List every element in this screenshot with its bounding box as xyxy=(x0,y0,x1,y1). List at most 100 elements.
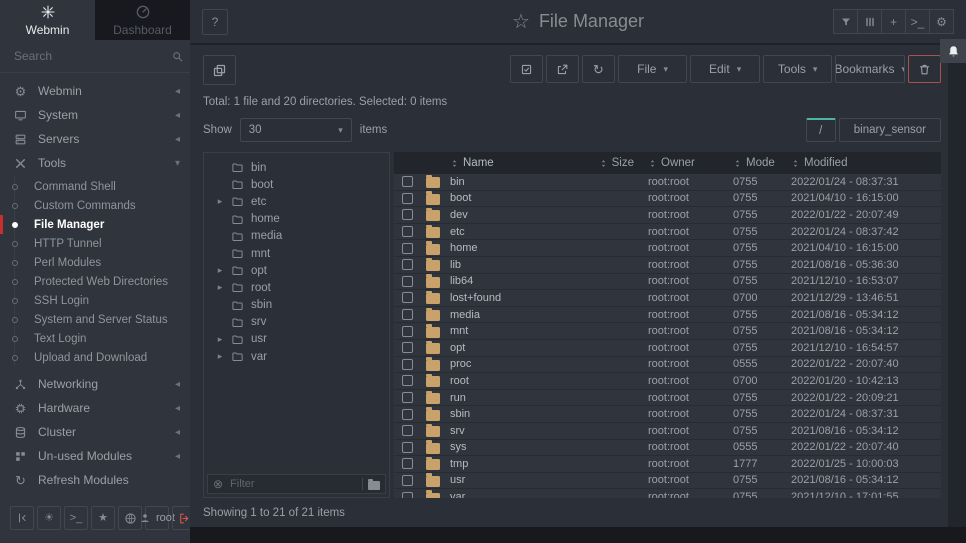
table-row[interactable]: sbinroot:root07552022/01/24 - 08:37:31 xyxy=(394,406,941,423)
sun-button[interactable]: ☀ xyxy=(37,506,61,530)
menu-bookmarks-button[interactable]: Bookmarks▾ xyxy=(835,55,905,83)
terminal-button[interactable]: >_ xyxy=(64,506,88,530)
row-checkbox[interactable] xyxy=(402,475,413,486)
table-row[interactable]: bootroot:root07552021/04/10 - 16:15:00 xyxy=(394,191,941,208)
sidebar-item-ssh-login[interactable]: SSH Login xyxy=(0,291,190,310)
columns-button[interactable] xyxy=(857,9,882,34)
terminal-button[interactable]: >_ xyxy=(905,9,930,34)
table-row[interactable]: optroot:root07552021/12/10 - 16:54:57 xyxy=(394,340,941,357)
sidebar-item-system[interactable]: System◂ xyxy=(0,103,190,127)
expand-arrow-icon[interactable]: ▸ xyxy=(216,282,224,293)
column-header-owner[interactable]: Owner xyxy=(648,157,733,169)
tree-item-var[interactable]: ▸var xyxy=(207,348,386,365)
row-checkbox[interactable] xyxy=(402,276,413,287)
row-checkbox[interactable] xyxy=(402,326,413,337)
tree-item-bin[interactable]: bin xyxy=(207,159,386,176)
tree-item-home[interactable]: home xyxy=(207,211,386,228)
table-row[interactable]: devroot:root07552022/01/22 - 20:07:49 xyxy=(394,207,941,224)
tab-dashboard[interactable]: Dashboard xyxy=(95,0,190,40)
table-row[interactable]: mediaroot:root07552021/08/16 - 05:34:12 xyxy=(394,307,941,324)
tab-webmin[interactable]: Webmin xyxy=(0,0,95,40)
notification-bell-button[interactable] xyxy=(940,39,966,63)
table-row[interactable]: varroot:root07552021/12/10 - 17:01:55 xyxy=(394,489,941,498)
copy-button[interactable] xyxy=(203,55,236,85)
row-checkbox[interactable] xyxy=(402,243,413,254)
table-row[interactable]: libroot:root07552021/08/16 - 05:36:30 xyxy=(394,257,941,274)
filter-folder-icon[interactable] xyxy=(368,481,380,490)
search-input[interactable] xyxy=(12,48,171,64)
table-row[interactable]: tmproot:root17772022/01/25 - 10:00:03 xyxy=(394,456,941,473)
sidebar-item-un-used-modules[interactable]: Un-used Modules◂ xyxy=(0,444,190,468)
breadcrumb-root-button[interactable]: / xyxy=(806,118,836,142)
sidebar-item-upload-and-download[interactable]: Upload and Download xyxy=(0,348,190,367)
export-button[interactable] xyxy=(546,55,579,83)
row-checkbox[interactable] xyxy=(402,375,413,386)
sidebar-item-http-tunnel[interactable]: HTTP Tunnel xyxy=(0,234,190,253)
help-button[interactable]: ? xyxy=(202,9,228,35)
sidebar-item-protected-web-directories[interactable]: Protected Web Directories xyxy=(0,272,190,291)
row-checkbox[interactable] xyxy=(402,425,413,436)
table-row[interactable]: etcroot:root07552022/01/24 - 08:37:42 xyxy=(394,224,941,241)
row-checkbox[interactable] xyxy=(402,359,413,370)
tree-item-sbin[interactable]: sbin xyxy=(207,297,386,314)
tree-item-boot[interactable]: boot xyxy=(207,176,386,193)
filter-button[interactable] xyxy=(833,9,858,34)
tree-item-etc[interactable]: ▸etc xyxy=(207,193,386,210)
tree-filter-input[interactable] xyxy=(228,477,357,491)
clear-filter-icon[interactable]: ⊗ xyxy=(213,478,223,490)
table-row[interactable]: sysroot:root05552022/01/22 - 20:07:40 xyxy=(394,440,941,457)
menu-tools-button[interactable]: Tools▾ xyxy=(763,55,833,83)
table-row[interactable]: mntroot:root07552021/08/16 - 05:34:12 xyxy=(394,323,941,340)
sidebar-item-cluster[interactable]: Cluster◂ xyxy=(0,420,190,444)
page-size-select[interactable]: 30 ▾ xyxy=(240,118,352,142)
expand-arrow-icon[interactable]: ▸ xyxy=(216,334,224,345)
collapse-button[interactable] xyxy=(10,506,34,530)
select-all-button[interactable] xyxy=(510,55,543,83)
table-row[interactable]: binroot:root07552022/01/24 - 08:37:31 xyxy=(394,174,941,191)
tree-item-root[interactable]: ▸root xyxy=(207,279,386,296)
row-checkbox[interactable] xyxy=(402,409,413,420)
row-checkbox[interactable] xyxy=(402,292,413,303)
row-checkbox[interactable] xyxy=(402,442,413,453)
row-checkbox[interactable] xyxy=(402,392,413,403)
column-header-mode[interactable]: Mode xyxy=(733,157,791,169)
sidebar-item-refresh-modules[interactable]: ↻Refresh Modules xyxy=(0,468,190,492)
table-row[interactable]: srvroot:root07552021/08/16 - 05:34:12 xyxy=(394,423,941,440)
column-header-size[interactable]: Size xyxy=(553,157,648,169)
row-checkbox[interactable] xyxy=(402,309,413,320)
column-header-modified[interactable]: Modified xyxy=(791,157,941,169)
row-checkbox[interactable] xyxy=(402,259,413,270)
expand-arrow-icon[interactable]: ▸ xyxy=(216,196,224,207)
breadcrumb-path-button[interactable]: binary_sensor xyxy=(839,118,941,142)
gear-button[interactable]: ⚙ xyxy=(929,9,954,34)
sidebar-item-file-manager[interactable]: File Manager xyxy=(0,215,190,234)
row-checkbox[interactable] xyxy=(402,342,413,353)
sidebar-item-webmin[interactable]: ⚙Webmin◂ xyxy=(0,79,190,103)
menu-file-button[interactable]: File▾ xyxy=(618,55,688,83)
expand-arrow-icon[interactable]: ▸ xyxy=(216,265,224,276)
tree-item-usr[interactable]: ▸usr xyxy=(207,331,386,348)
table-row[interactable]: usrroot:root07552021/08/16 - 05:34:12 xyxy=(394,473,941,490)
plus-button[interactable]: + xyxy=(881,9,906,34)
table-row[interactable]: homeroot:root07552021/04/10 - 16:15:00 xyxy=(394,240,941,257)
sidebar-item-networking[interactable]: Networking◂ xyxy=(0,372,190,396)
sidebar-item-hardware[interactable]: Hardware◂ xyxy=(0,396,190,420)
column-header-name[interactable]: Name xyxy=(450,157,553,169)
table-row[interactable]: lost+foundroot:root07002021/12/29 - 13:4… xyxy=(394,290,941,307)
expand-arrow-icon[interactable]: ▸ xyxy=(216,351,224,362)
sidebar-item-perl-modules[interactable]: Perl Modules xyxy=(0,253,190,272)
row-checkbox[interactable] xyxy=(402,458,413,469)
refresh-button[interactable]: ↻ xyxy=(582,55,615,83)
star-button[interactable]: ★ xyxy=(91,506,115,530)
menu-edit-button[interactable]: Edit▾ xyxy=(690,55,760,83)
table-row[interactable]: rootroot:root07002022/01/20 - 10:42:13 xyxy=(394,373,941,390)
row-checkbox[interactable] xyxy=(402,176,413,187)
sidebar-item-command-shell[interactable]: Command Shell xyxy=(0,177,190,196)
table-row[interactable]: runroot:root07552022/01/22 - 20:09:21 xyxy=(394,390,941,407)
tree-item-media[interactable]: media xyxy=(207,228,386,245)
sidebar-item-text-login[interactable]: Text Login xyxy=(0,329,190,348)
table-row[interactable]: procroot:root05552022/01/22 - 20:07:40 xyxy=(394,357,941,374)
row-checkbox[interactable] xyxy=(402,209,413,220)
sidebar-item-servers[interactable]: Servers◂ xyxy=(0,127,190,151)
tree-item-srv[interactable]: srv xyxy=(207,314,386,331)
